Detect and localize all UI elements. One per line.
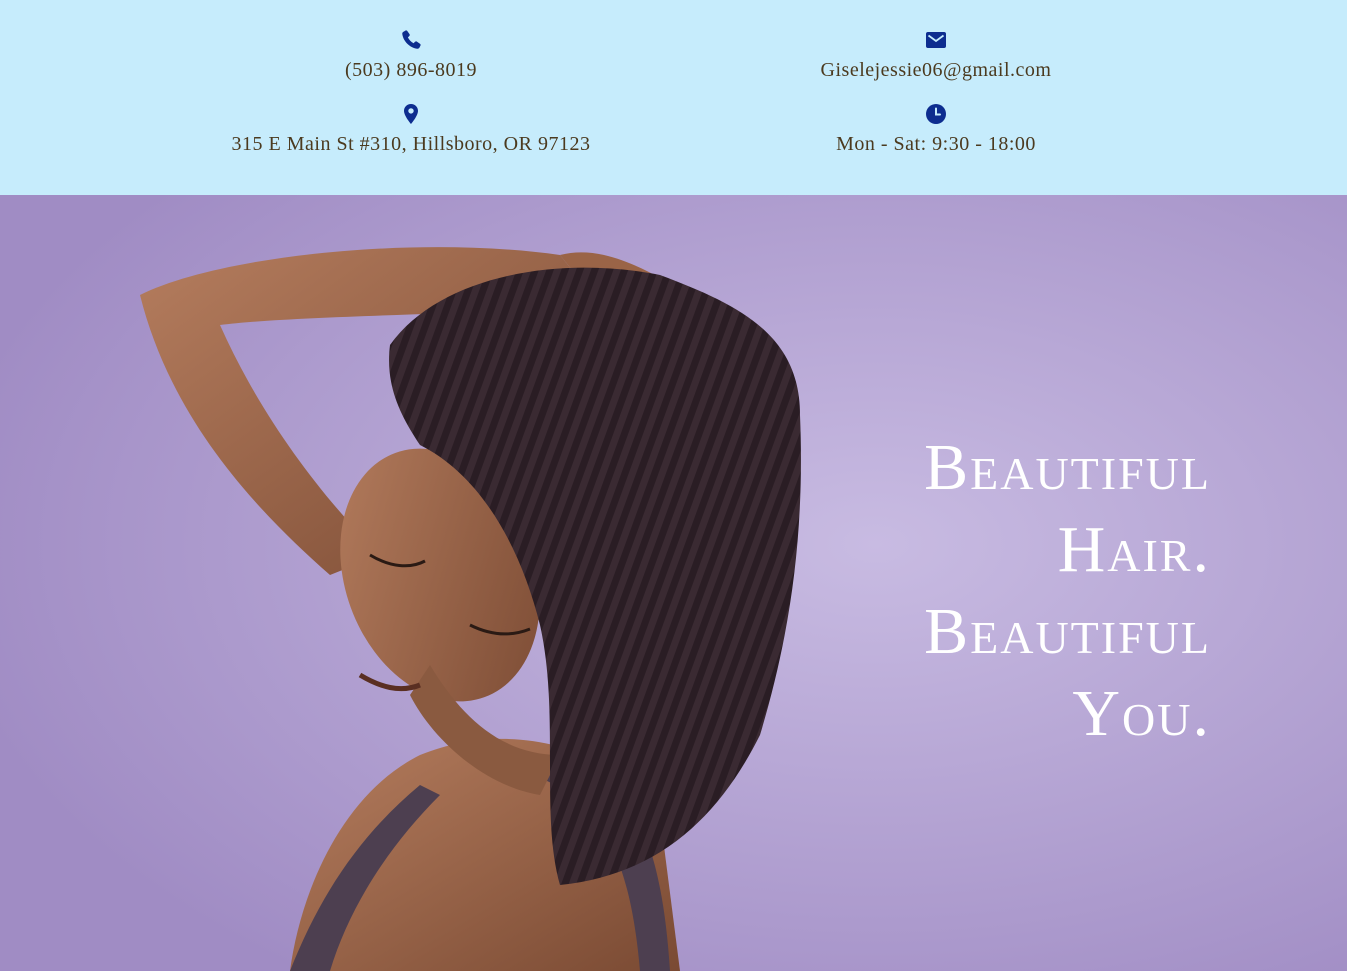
hero-headline: Beautiful Hair. Beautiful You. [924, 427, 1211, 755]
email-info[interactable]: Giselejessie06@gmail.com [686, 28, 1186, 82]
street-address[interactable]: 315 E Main St #310, Hillsboro, OR 97123 [161, 132, 661, 156]
contact-bar: (503) 896-8019 Giselejessie06@gmail.com … [0, 0, 1347, 195]
phone-info[interactable]: (503) 896-8019 [161, 28, 661, 82]
clock-icon [926, 104, 946, 124]
headline-line-3: Beautiful [924, 595, 1211, 668]
phone-icon [402, 30, 421, 49]
headline-line-2: Hair. [1057, 513, 1211, 586]
address-info[interactable]: 315 E Main St #310, Hillsboro, OR 97123 [161, 102, 661, 156]
email-address[interactable]: Giselejessie06@gmail.com [686, 58, 1186, 82]
phone-number[interactable]: (503) 896-8019 [161, 58, 661, 82]
map-pin-icon [404, 104, 418, 124]
business-hours: Mon - Sat: 9:30 - 18:00 [836, 133, 1036, 155]
hours-info: Mon - Sat: 9:30 - 18:00 [686, 102, 1186, 156]
headline-line-4: You. [1072, 677, 1211, 750]
envelope-icon [926, 32, 946, 48]
headline-line-1: Beautiful [924, 431, 1211, 504]
hero-banner: Beautiful Hair. Beautiful You. [0, 195, 1347, 971]
